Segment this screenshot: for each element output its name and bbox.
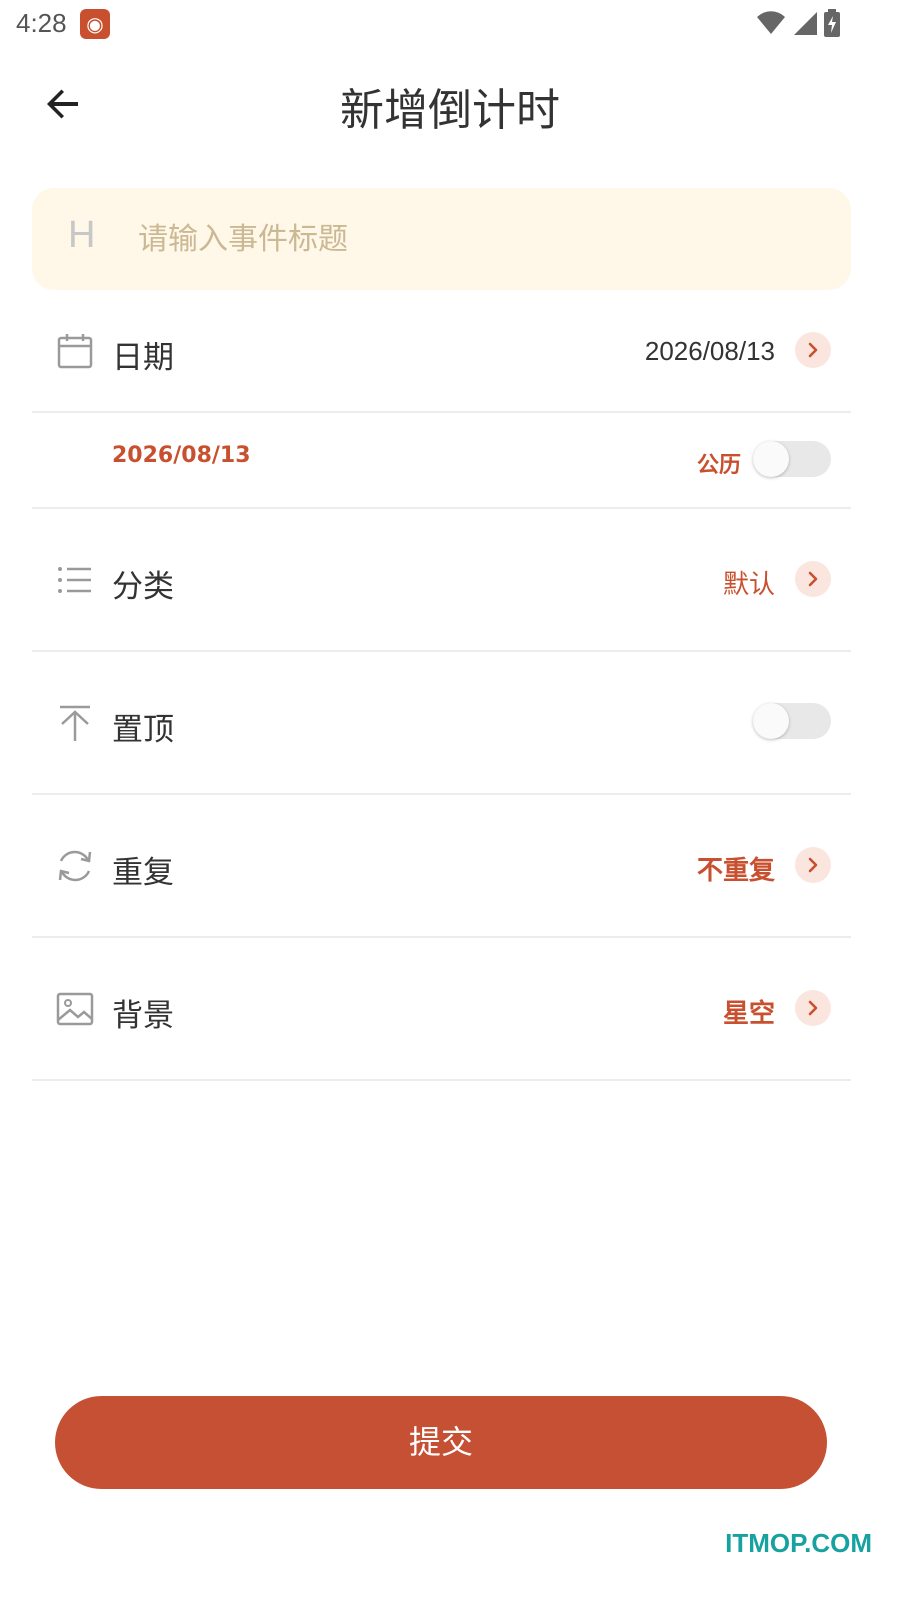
converted-date: 2026/08/13: [112, 443, 251, 468]
event-title-field[interactable]: H: [32, 188, 851, 290]
background-label: 背景: [112, 998, 174, 1034]
heading-icon: H: [68, 214, 96, 256]
image-icon: [56, 992, 94, 1026]
calendar-type-row: 2026/08/13 公历: [32, 413, 851, 509]
category-label: 分类: [112, 569, 174, 605]
date-value: 2026/08/13: [644, 336, 775, 366]
status-time: 4:28: [16, 8, 67, 38]
category-row[interactable]: 分类 默认: [32, 509, 851, 652]
watermark: ITMOP.COM: [725, 1528, 872, 1558]
background-row[interactable]: 背景 星空: [32, 938, 851, 1081]
repeat-label: 重复: [112, 855, 174, 891]
toggle-knob: [753, 703, 789, 739]
signal-icon: [794, 12, 817, 35]
calendar-icon: [57, 334, 93, 369]
calendar-type-toggle[interactable]: [753, 441, 831, 477]
repeat-row[interactable]: 重复 不重复: [32, 795, 851, 938]
pin-row: 置顶: [32, 652, 851, 795]
battery-icon: [824, 9, 840, 37]
pin-label: 置顶: [112, 712, 174, 748]
pin-top-icon: [60, 705, 90, 741]
date-row[interactable]: 日期 2026/08/13: [32, 290, 851, 413]
repeat-chevron[interactable]: [795, 847, 831, 883]
chevron-right-icon: [808, 1000, 818, 1016]
submit-button[interactable]: 提交: [55, 1396, 827, 1489]
status-bar: 4:28 ◉: [0, 0, 900, 48]
date-label: 日期: [112, 340, 174, 376]
event-title-input[interactable]: [138, 214, 818, 264]
pin-toggle[interactable]: [753, 703, 831, 739]
background-value: 星空: [722, 999, 775, 1029]
list-icon: [58, 567, 91, 593]
calendar-type-label: 公历: [696, 453, 741, 478]
background-chevron[interactable]: [795, 990, 831, 1026]
date-chevron[interactable]: [795, 332, 831, 368]
status-icons: [756, 8, 840, 38]
chevron-right-icon: [808, 342, 818, 358]
refresh-icon: [58, 850, 92, 882]
wifi-icon: [757, 11, 785, 34]
chevron-right-icon: [808, 857, 818, 873]
repeat-value: 不重复: [696, 856, 775, 886]
chevron-right-icon: [808, 571, 818, 587]
page-title: 新增倒计时: [340, 85, 560, 136]
weibo-icon: ◉: [80, 9, 110, 39]
category-chevron[interactable]: [795, 561, 831, 597]
header: 新增倒计时: [0, 56, 900, 152]
toggle-knob: [753, 441, 789, 477]
category-value: 默认: [722, 570, 775, 600]
